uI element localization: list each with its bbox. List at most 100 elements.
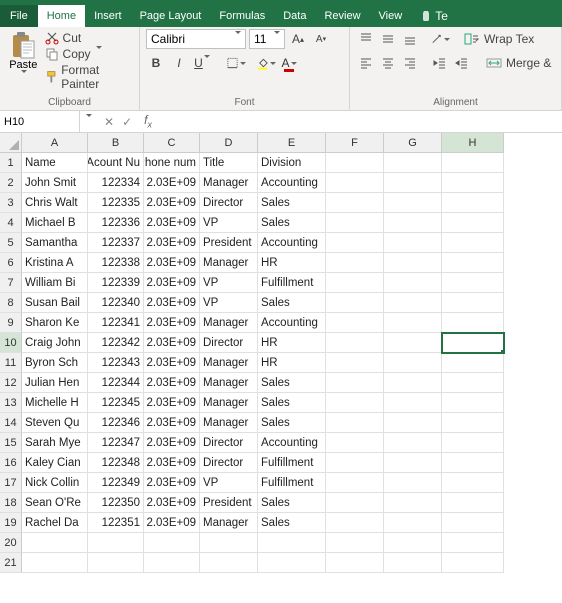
cell[interactable]: 2.03E+09 [144, 313, 200, 333]
cell[interactable] [442, 373, 504, 393]
cell[interactable]: 2.03E+09 [144, 333, 200, 353]
increase-indent-icon[interactable] [452, 53, 472, 73]
cell[interactable] [442, 513, 504, 533]
cell[interactable]: 2.03E+09 [144, 433, 200, 453]
cell[interactable] [22, 533, 88, 553]
cell[interactable]: Manager [200, 353, 258, 373]
row-head[interactable]: 15 [0, 433, 22, 453]
col-head-H[interactable]: H [442, 133, 504, 153]
cell[interactable]: Manager [200, 313, 258, 333]
increase-font-icon[interactable]: A▴ [288, 29, 308, 49]
cell[interactable]: Accounting [258, 433, 326, 453]
italic-button[interactable]: I [169, 53, 189, 73]
cell[interactable]: 2.03E+09 [144, 353, 200, 373]
cell[interactable] [326, 413, 384, 433]
cell[interactable] [200, 533, 258, 553]
cell[interactable]: 2.03E+09 [144, 273, 200, 293]
cell[interactable]: Sales [258, 213, 326, 233]
cell[interactable] [384, 273, 442, 293]
cut-button[interactable]: Cut [45, 31, 133, 45]
cell[interactable] [326, 433, 384, 453]
tab-tellme[interactable]: Te [411, 5, 457, 27]
cell[interactable]: VP [200, 473, 258, 493]
cell[interactable]: 122350 [88, 493, 144, 513]
cell[interactable]: Sarah Mye [22, 433, 88, 453]
cell[interactable]: 2.03E+09 [144, 513, 200, 533]
cell[interactable] [442, 253, 504, 273]
cell[interactable] [442, 473, 504, 493]
cell[interactable]: Susan Bail [22, 293, 88, 313]
cell[interactable] [442, 433, 504, 453]
row-head[interactable]: 4 [0, 213, 22, 233]
cell[interactable] [326, 393, 384, 413]
cell[interactable]: HR [258, 253, 326, 273]
cell[interactable] [442, 533, 504, 553]
row-head[interactable]: 16 [0, 453, 22, 473]
cell[interactable] [442, 213, 504, 233]
cell[interactable] [384, 413, 442, 433]
cell[interactable] [326, 153, 384, 173]
cell[interactable] [384, 513, 442, 533]
cell[interactable]: Michelle H [22, 393, 88, 413]
row-head[interactable]: 10 [0, 333, 22, 353]
cell[interactable] [326, 353, 384, 373]
cell[interactable]: Manager [200, 513, 258, 533]
cell[interactable]: 122345 [88, 393, 144, 413]
cell[interactable]: Manager [200, 413, 258, 433]
cell[interactable]: Manager [200, 373, 258, 393]
col-head-A[interactable]: A [22, 133, 88, 153]
cell[interactable]: 122338 [88, 253, 144, 273]
tab-page-layout[interactable]: Page Layout [131, 5, 211, 27]
cell[interactable]: William Bi [22, 273, 88, 293]
cell[interactable] [258, 533, 326, 553]
cell[interactable] [326, 533, 384, 553]
cell[interactable]: HR [258, 353, 326, 373]
cell[interactable]: Acount Nu [88, 153, 144, 173]
cell[interactable] [326, 173, 384, 193]
row-head[interactable]: 8 [0, 293, 22, 313]
row-head[interactable]: 9 [0, 313, 22, 333]
row-head[interactable]: 18 [0, 493, 22, 513]
cell[interactable] [384, 433, 442, 453]
cell[interactable]: Accounting [258, 233, 326, 253]
cell[interactable] [326, 513, 384, 533]
cell[interactable]: 2.03E+09 [144, 293, 200, 313]
merge-center-button[interactable]: Merge & [486, 56, 551, 70]
cell[interactable] [442, 493, 504, 513]
row-head[interactable]: 1 [0, 153, 22, 173]
cell[interactable] [326, 493, 384, 513]
cell[interactable] [442, 273, 504, 293]
cell[interactable]: Kaley Cian [22, 453, 88, 473]
cell[interactable] [326, 453, 384, 473]
row-head[interactable]: 14 [0, 413, 22, 433]
cell[interactable] [384, 393, 442, 413]
cell[interactable] [326, 313, 384, 333]
cell[interactable]: Samantha [22, 233, 88, 253]
cell[interactable]: 122348 [88, 453, 144, 473]
cell[interactable]: Manager [200, 173, 258, 193]
cell[interactable] [442, 173, 504, 193]
cell[interactable]: 122344 [88, 373, 144, 393]
cell[interactable]: 2.03E+09 [144, 173, 200, 193]
cell[interactable]: Director [200, 193, 258, 213]
cell[interactable] [442, 333, 504, 353]
cell[interactable]: 122346 [88, 413, 144, 433]
cell[interactable]: Kristina A [22, 253, 88, 273]
cell[interactable]: Sharon Ke [22, 313, 88, 333]
name-box-dropdown[interactable] [80, 115, 96, 129]
font-size-select[interactable]: 11 [249, 29, 285, 49]
cell[interactable]: Sales [258, 193, 326, 213]
cell[interactable] [326, 473, 384, 493]
align-bottom-icon[interactable] [400, 29, 420, 49]
cell[interactable] [442, 313, 504, 333]
tab-view[interactable]: View [370, 5, 412, 27]
cell[interactable]: VP [200, 273, 258, 293]
orientation-button[interactable] [430, 29, 450, 49]
col-head-G[interactable]: G [384, 133, 442, 153]
cell[interactable]: Julian Hen [22, 373, 88, 393]
cell[interactable]: Rachel Da [22, 513, 88, 533]
cell[interactable]: Byron Sch [22, 353, 88, 373]
cell[interactable] [442, 393, 504, 413]
cell[interactable] [442, 453, 504, 473]
cell[interactable]: Director [200, 433, 258, 453]
